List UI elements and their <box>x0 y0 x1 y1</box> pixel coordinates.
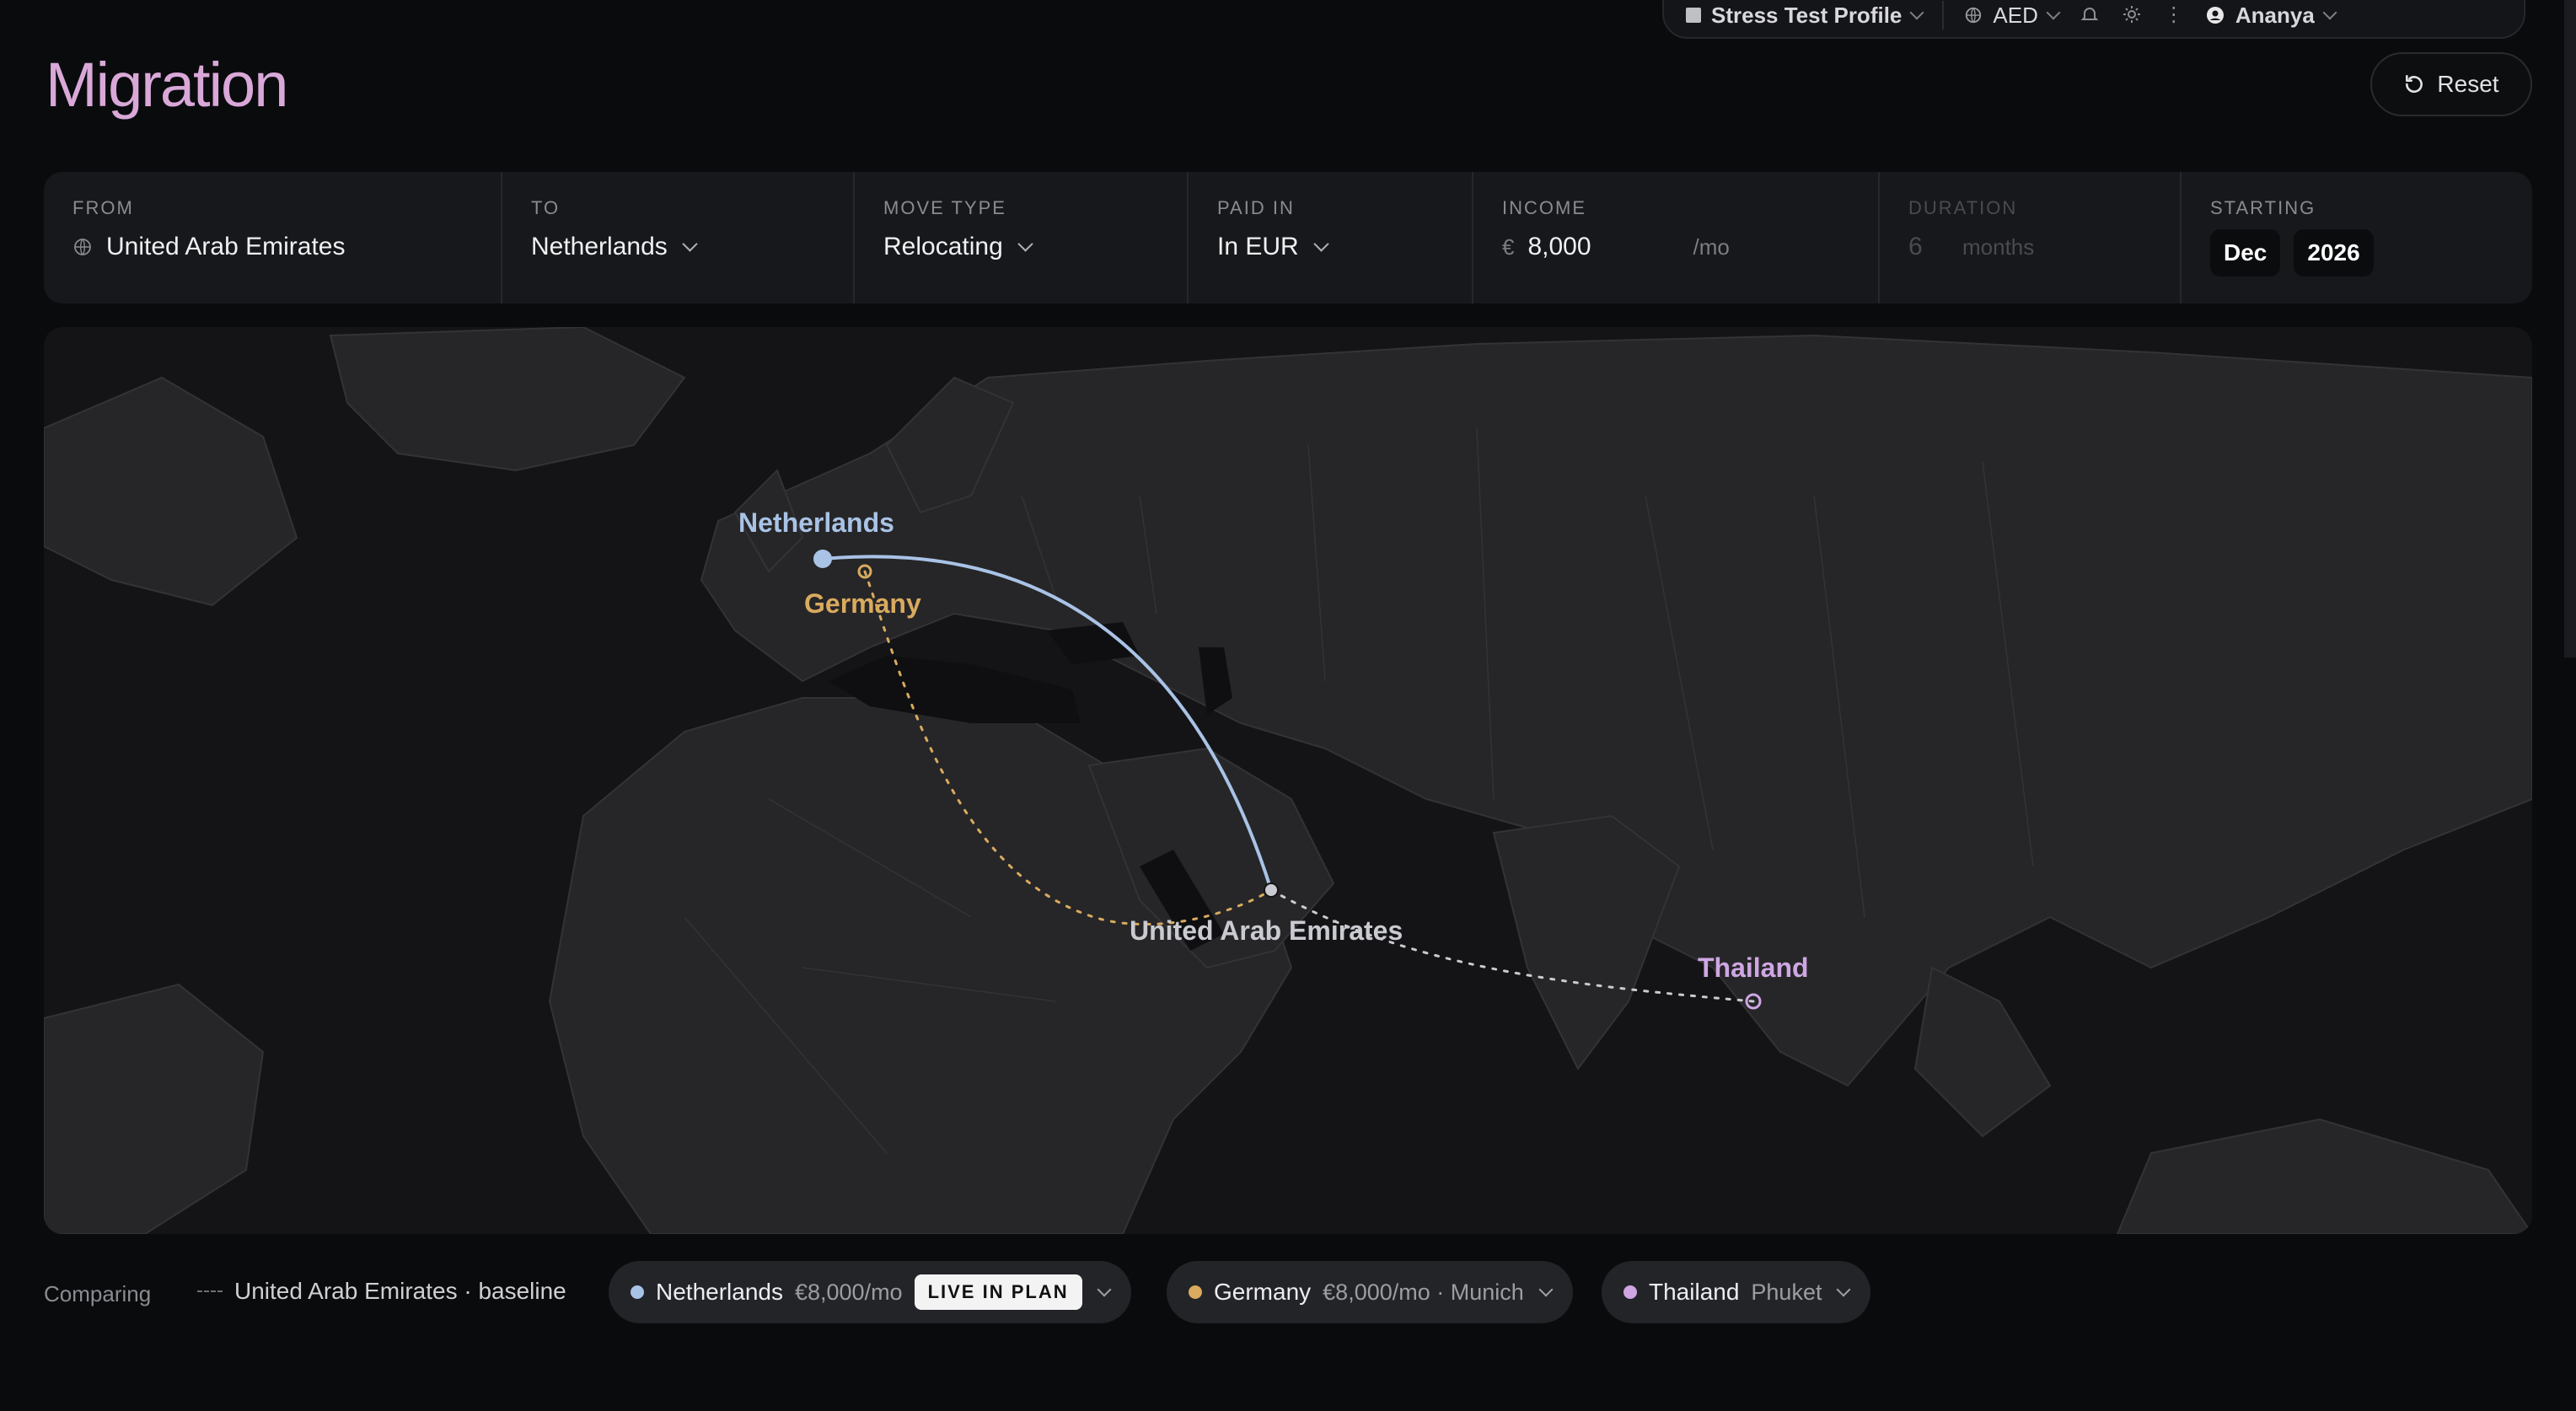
chip-name: Thailand <box>1649 1279 1740 1305</box>
chevron-down-icon <box>1313 235 1329 252</box>
comparing-label: Comparing <box>44 1281 152 1306</box>
starting-label: STARTING <box>2210 197 2316 218</box>
landmass-south-america <box>44 983 265 1234</box>
move-type-select[interactable]: MOVE TYPE Relocating <box>855 172 1189 303</box>
profile-selector[interactable]: Stress Test Profile <box>1686 2 1924 29</box>
move-type-label: MOVE TYPE <box>883 197 1006 218</box>
compare-chip-netherlands[interactable]: Netherlands €8,000/mo LIVE IN PLAN <box>609 1261 1131 1323</box>
page-scrollbar[interactable] <box>2564 0 2576 657</box>
map-canvas <box>44 327 2532 1234</box>
reset-button[interactable]: Reset <box>2370 52 2532 116</box>
duration-input: 6 <box>1908 233 1923 260</box>
bell-icon[interactable] <box>2079 4 2101 26</box>
income-suffix: /mo <box>1693 233 1730 260</box>
compare-chip-thailand[interactable]: Thailand Phuket <box>1602 1261 1871 1323</box>
to-label: TO <box>531 197 561 218</box>
to-value: Netherlands <box>531 233 668 260</box>
paid-in-label: PAID IN <box>1217 197 1295 218</box>
income-field[interactable]: INCOME € 8,000 /mo <box>1473 172 1880 303</box>
baseline-indicator: United Arab Emirates · baseline <box>197 1278 566 1305</box>
divider <box>1942 1 1945 30</box>
chevron-down-icon <box>1836 1282 1851 1297</box>
chip-detail: Phuket <box>1751 1279 1822 1305</box>
from-value: United Arab Emirates <box>106 233 346 260</box>
chevron-down-icon <box>2322 5 2337 20</box>
chevron-down-icon <box>1017 235 1033 252</box>
color-dot <box>631 1285 644 1299</box>
to-select[interactable]: TO Netherlands <box>502 172 855 303</box>
chip-name: Germany <box>1214 1279 1312 1305</box>
from-label: FROM <box>72 197 134 218</box>
globe-icon <box>1966 7 1982 24</box>
migration-filter-bar: FROM United Arab Emirates TO Netherlands… <box>44 172 2532 303</box>
marker-netherlands[interactable] <box>813 550 832 568</box>
income-label: INCOME <box>1502 197 1586 218</box>
map-label-thailand: Thailand <box>1698 952 1809 983</box>
chevron-down-icon <box>1538 1282 1554 1297</box>
migration-page: Stress Test Profile AED ⋮ Ananya Migrati… <box>0 0 2576 1411</box>
chip-name: Netherlands <box>656 1279 783 1305</box>
chip-detail: €8,000/mo <box>794 1279 903 1305</box>
landmass-greenland <box>329 327 686 472</box>
globe-icon <box>74 239 91 255</box>
chevron-down-icon <box>682 235 698 252</box>
profile-icon <box>1686 8 1701 23</box>
map-label-uae: United Arab Emirates <box>1130 915 1403 946</box>
starting-field: STARTING Dec 2026 <box>2182 172 2532 303</box>
duration-unit: months <box>1962 233 2035 260</box>
top-toolbar: Stress Test Profile AED ⋮ Ananya <box>1662 0 2525 39</box>
more-icon[interactable]: ⋮ <box>2163 4 2185 26</box>
chip-detail: €8,000/mo · Munich <box>1323 1279 1524 1305</box>
landmass-india <box>1492 814 1681 1070</box>
currency-label: AED <box>1993 2 2038 28</box>
move-type-value: Relocating <box>883 233 1003 260</box>
landmass-southeast-asia <box>1913 966 2052 1138</box>
dashed-line-icon <box>197 1290 223 1292</box>
paid-in-select[interactable]: PAID IN In EUR <box>1189 172 1473 303</box>
map-label-germany: Germany <box>804 588 921 619</box>
paid-in-value: In EUR <box>1217 233 1299 260</box>
income-input[interactable]: 8,000 <box>1527 233 1679 261</box>
baseline-label: United Arab Emirates · baseline <box>234 1278 566 1304</box>
profile-label: Stress Test Profile <box>1711 2 1902 28</box>
chevron-down-icon <box>1097 1282 1112 1297</box>
chevron-down-icon <box>2046 5 2061 20</box>
starting-month-select[interactable]: Dec <box>2210 229 2281 276</box>
color-dot <box>1623 1285 1637 1299</box>
duration-label: DURATION <box>1908 197 2018 218</box>
landmass-north-america <box>44 376 298 607</box>
compare-chip-germany[interactable]: Germany €8,000/mo · Munich <box>1167 1261 1573 1323</box>
duration-field: DURATION 6 months <box>1880 172 2182 303</box>
user-menu[interactable]: Ananya <box>2205 2 2337 29</box>
currency-symbol: € <box>1502 233 1515 260</box>
live-in-plan-badge: LIVE IN PLAN <box>914 1274 1082 1310</box>
user-name: Ananya <box>2235 2 2315 28</box>
marker-uae[interactable] <box>1264 883 1279 898</box>
landmass-australia <box>2116 1118 2532 1234</box>
user-icon <box>2206 7 2224 24</box>
from-field[interactable]: FROM United Arab Emirates <box>44 172 502 303</box>
page-title: Migration <box>46 50 288 120</box>
currency-selector[interactable]: AED <box>1964 2 2061 29</box>
starting-year-select[interactable]: 2026 <box>2294 229 2374 276</box>
reset-label: Reset <box>2437 71 2499 97</box>
map-label-netherlands: Netherlands <box>738 507 894 538</box>
color-dot <box>1189 1285 1202 1299</box>
world-map[interactable]: Netherlands Germany United Arab Emirates… <box>44 327 2532 1234</box>
reset-icon <box>2406 74 2423 94</box>
sun-icon[interactable] <box>2121 4 2143 26</box>
chevron-down-icon <box>1909 5 1924 20</box>
